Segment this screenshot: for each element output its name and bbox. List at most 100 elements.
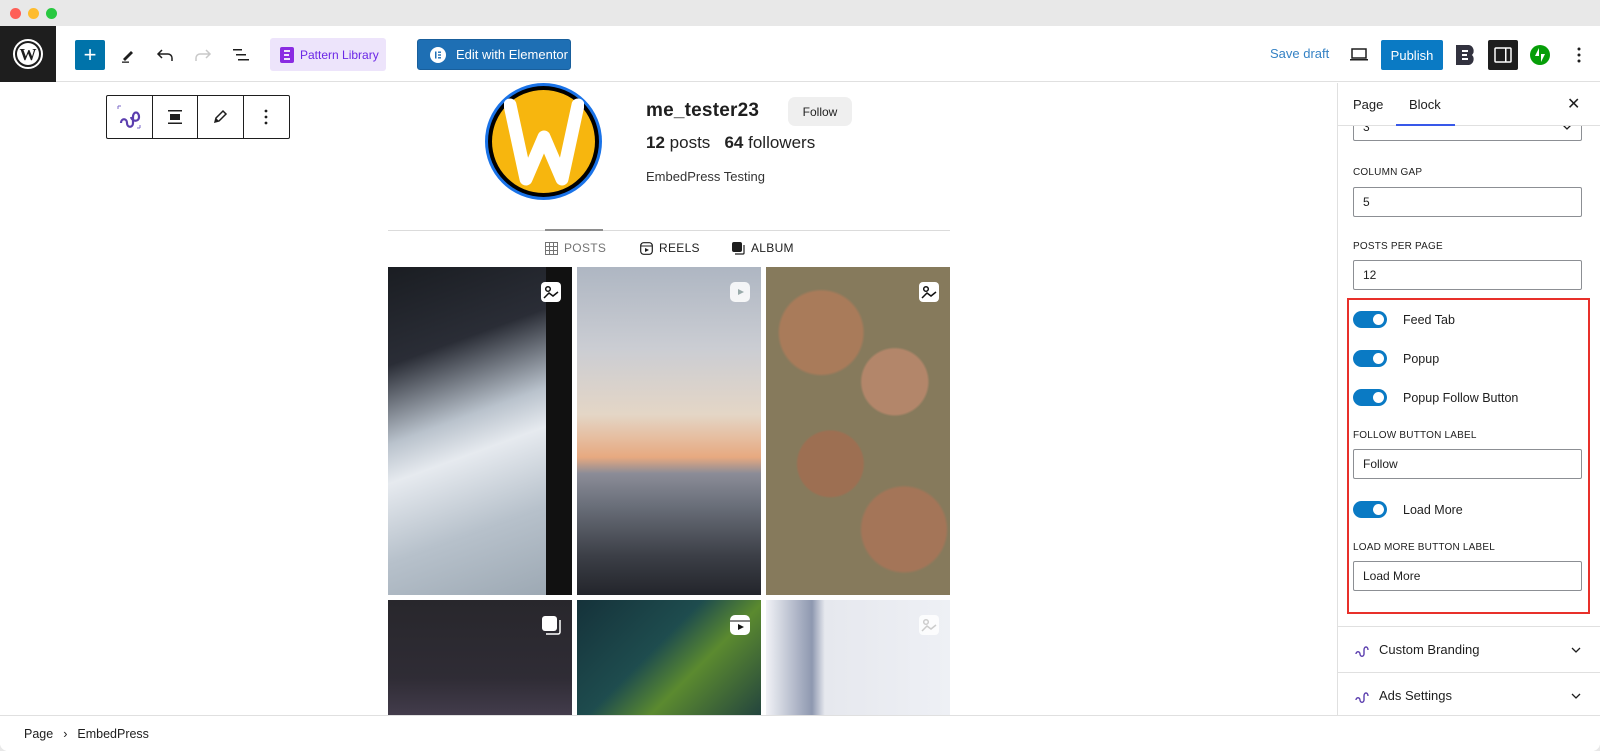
editor-window: W + Pattern Library Edit with Elementor … [0,26,1600,751]
panel-custom-branding-label: Custom Branding [1379,642,1480,657]
followers-count: 64 [724,133,744,152]
pattern-library-button[interactable]: Pattern Library [270,38,386,71]
embedpress-icon [1355,691,1369,703]
post-tile[interactable] [388,267,572,595]
close-sidebar-icon[interactable]: ✕ [1567,94,1580,114]
load-more-toggle[interactable] [1353,501,1387,518]
plus-icon: + [83,42,97,67]
tab-album[interactable]: ALBUM [732,241,794,255]
embedpress-icon [1355,645,1369,657]
tab-reels[interactable]: REELS [640,241,700,255]
pattern-library-icon [280,46,294,63]
follow-button[interactable]: Follow [788,97,852,126]
tab-posts[interactable]: POSTS [545,241,606,255]
popup-toggle[interactable] [1353,350,1387,367]
tab-album-label: ALBUM [751,241,794,255]
followers-label: followers [748,133,816,152]
undo-icon[interactable] [150,40,180,70]
options-menu-icon[interactable] [1564,40,1594,70]
load-more-button-label-heading: LOAD MORE BUTTON LABEL [1353,542,1496,553]
sidebar-tabs: Page Block ✕ [1338,83,1600,126]
profile-stats: 12 posts 64 followers [646,133,815,153]
load-more-label: Load More [1403,502,1463,517]
feed-tab-toggle[interactable] [1353,311,1387,328]
load-more-button-label-value: Load More [1363,569,1421,583]
edit-pencil-icon[interactable] [198,96,244,138]
edit-with-elementor-button[interactable]: Edit with Elementor [417,39,571,70]
popup-label: Popup [1403,351,1440,366]
reel-post-icon [730,615,750,635]
profile-bio: EmbedPress Testing [646,169,765,184]
elementor-icon [430,46,446,63]
document-overview-icon[interactable] [226,40,256,70]
image-post-icon [919,282,939,302]
chevron-down-icon [1571,693,1581,699]
follow-label: Follow [802,104,838,119]
redo-icon[interactable] [188,40,218,70]
window-close-button[interactable] [10,8,21,19]
panel-custom-branding[interactable]: Custom Branding [1338,626,1600,672]
posts-label: posts [669,133,711,152]
post-tile[interactable] [577,600,761,730]
active-tab-indicator [545,229,603,231]
profile-username: me_tester23 [646,100,760,121]
album-post-icon [542,616,561,635]
jetpack-icon[interactable] [1525,40,1555,70]
breadcrumb-page[interactable]: Page [24,727,53,741]
wayland-w-logo-icon [503,98,584,185]
breadcrumb-embedpress[interactable]: EmbedPress [77,727,149,741]
grid-icon [545,241,558,255]
follow-button-label-value: Follow [1363,457,1398,471]
panel-ads-settings[interactable]: Ads Settings [1338,672,1600,718]
feed-tab-toggle-row[interactable]: Feed Tab [1353,311,1455,328]
tab-block[interactable]: Block [1409,97,1441,112]
panel-ads-settings-label: Ads Settings [1379,688,1452,703]
posts-per-page-input[interactable]: 12 [1353,260,1582,290]
tabs-divider [388,230,950,231]
elementor-label: Edit with Elementor [456,47,568,62]
editor-canvas: me_tester23 Follow 12 posts 64 followers… [0,83,1337,733]
popup-follow-button-label: Popup Follow Button [1403,390,1519,405]
window-minimize-button[interactable] [28,8,39,19]
column-gap-input[interactable]: 5 [1353,187,1582,217]
pattern-library-label: Pattern Library [300,47,379,62]
pen-tool-icon[interactable] [113,40,143,70]
profile-avatar[interactable] [485,83,602,200]
preview-laptop-icon[interactable] [1344,40,1374,70]
posts-count: 12 [646,133,665,152]
follow-button-label-input[interactable]: Follow [1353,449,1582,479]
more-options-icon[interactable] [244,96,289,138]
tab-reels-label: REELS [659,241,700,255]
save-draft-button[interactable]: Save draft [1270,46,1329,61]
column-gap-label: COLUMN GAP [1353,167,1423,178]
publish-button[interactable]: Publish [1381,40,1443,70]
post-tile[interactable] [577,267,761,595]
image-post-icon [919,615,939,635]
follow-button-label-heading: FOLLOW BUTTON LABEL [1353,430,1477,441]
embedpress-block-icon[interactable] [107,96,153,138]
post-tile[interactable] [766,267,950,595]
album-icon [732,241,745,255]
load-more-toggle-row[interactable]: Load More [1353,501,1463,518]
publish-label: Publish [1390,47,1434,63]
align-icon[interactable] [153,96,198,138]
breadcrumb-separator-icon: › [63,726,68,741]
add-block-button[interactable]: + [75,40,105,70]
editor-topbar: W + Pattern Library Edit with Elementor … [0,26,1600,82]
popup-toggle-row[interactable]: Popup [1353,350,1439,367]
popup-follow-button-toggle[interactable] [1353,389,1387,406]
image-post-icon [541,282,561,302]
wordpress-logo-icon[interactable]: W [0,26,56,82]
settings-sidebar-toggle-icon[interactable] [1488,40,1518,70]
posts-per-page-label: POSTS PER PAGE [1353,241,1443,252]
column-gap-value: 5 [1363,195,1370,209]
betterdocs-icon[interactable] [1451,40,1481,70]
svg-text:W: W [20,45,37,64]
post-tile[interactable] [388,600,572,730]
popup-follow-button-toggle-row[interactable]: Popup Follow Button [1353,389,1518,406]
load-more-button-label-input[interactable]: Load More [1353,561,1582,591]
tab-page[interactable]: Page [1353,97,1383,112]
window-maximize-button[interactable] [46,8,57,19]
post-tile[interactable] [766,600,950,730]
settings-sidebar: Page Block ✕ 3 COLUMN GAP 5 POSTS PER PA… [1337,83,1600,733]
